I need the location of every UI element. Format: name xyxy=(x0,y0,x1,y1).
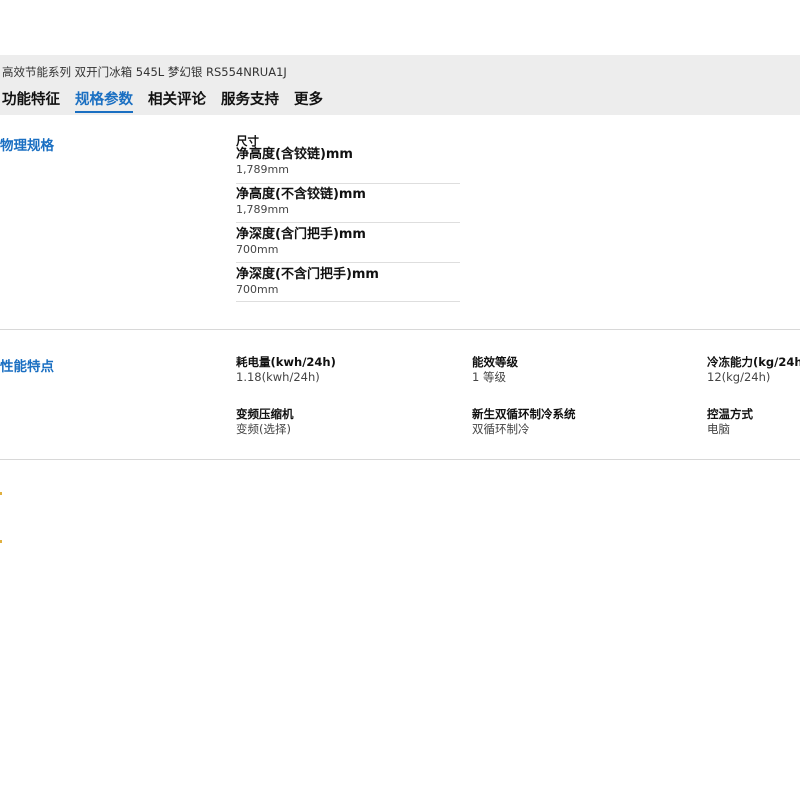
perf-item: 能效等级 1 等级 xyxy=(472,355,518,385)
section-divider xyxy=(0,329,800,330)
section-title-performance: 性能特点 xyxy=(0,359,54,375)
spec-item: 净深度(不含门把手)mm 700mm xyxy=(236,267,460,302)
tab-more[interactable]: 更多 xyxy=(294,88,323,113)
header-bar: 高效节能系列 双开门冰箱 545L 梦幻银 RS554NRUA1J 功能特征 规… xyxy=(0,55,800,115)
tab-support[interactable]: 服务支持 xyxy=(221,88,279,113)
spec-value: 700mm xyxy=(236,243,279,256)
spec-value: 1,789mm xyxy=(236,203,289,216)
perf-item: 变频压缩机 变频(选择) xyxy=(236,407,294,437)
spec-item: 净高度(含铰链)mm 1,789mm xyxy=(236,147,460,184)
perf-item: 新生双循环制冷系统 双循环制冷 xyxy=(472,407,576,437)
perf-name: 新生双循环制冷系统 xyxy=(472,407,576,421)
perf-item: 控温方式 电脑 xyxy=(707,407,753,437)
spec-item: 净高度(不含铰链)mm 1,789mm xyxy=(236,187,460,223)
perf-value: 双循环制冷 xyxy=(472,422,530,436)
tab-features[interactable]: 功能特征 xyxy=(2,88,60,113)
spec-value: 1,789mm xyxy=(236,163,289,176)
spec-name: 净高度(不含铰链)mm xyxy=(236,187,366,202)
spec-name: 净高度(含铰链)mm xyxy=(236,147,353,162)
page: 高效节能系列 双开门冰箱 545L 梦幻银 RS554NRUA1J 功能特征 规… xyxy=(0,0,800,800)
perf-value: 12(kg/24h) xyxy=(707,370,771,384)
section-divider xyxy=(0,459,800,460)
breadcrumb: 高效节能系列 双开门冰箱 545L 梦幻银 RS554NRUA1J xyxy=(2,65,287,79)
tab-bar: 功能特征 规格参数 相关评论 服务支持 更多 xyxy=(0,88,338,113)
tab-specs[interactable]: 规格参数 xyxy=(75,88,133,113)
perf-name: 耗电量(kwh/24h) xyxy=(236,355,336,369)
perf-name: 能效等级 xyxy=(472,355,518,369)
section-title-physical: 物理规格 xyxy=(0,138,54,154)
perf-name: 冷冻能力(kg/24h) xyxy=(707,355,800,369)
spec-item: 净深度(含门把手)mm 700mm xyxy=(236,227,460,263)
perf-value: 变频(选择) xyxy=(236,422,291,436)
perf-item: 冷冻能力(kg/24h) 12(kg/24h) xyxy=(707,355,800,385)
perf-item: 耗电量(kwh/24h) 1.18(kwh/24h) xyxy=(236,355,336,385)
spec-name: 净深度(含门把手)mm xyxy=(236,227,366,242)
perf-value: 1.18(kwh/24h) xyxy=(236,370,320,384)
perf-value: 1 等级 xyxy=(472,370,506,384)
tab-reviews[interactable]: 相关评论 xyxy=(148,88,206,113)
perf-name: 控温方式 xyxy=(707,407,753,421)
perf-value: 电脑 xyxy=(707,422,730,436)
spec-name: 净深度(不含门把手)mm xyxy=(236,267,379,282)
edge-mark xyxy=(0,492,2,495)
perf-name: 变频压缩机 xyxy=(236,407,294,421)
edge-mark xyxy=(0,540,2,543)
spec-value: 700mm xyxy=(236,283,279,296)
